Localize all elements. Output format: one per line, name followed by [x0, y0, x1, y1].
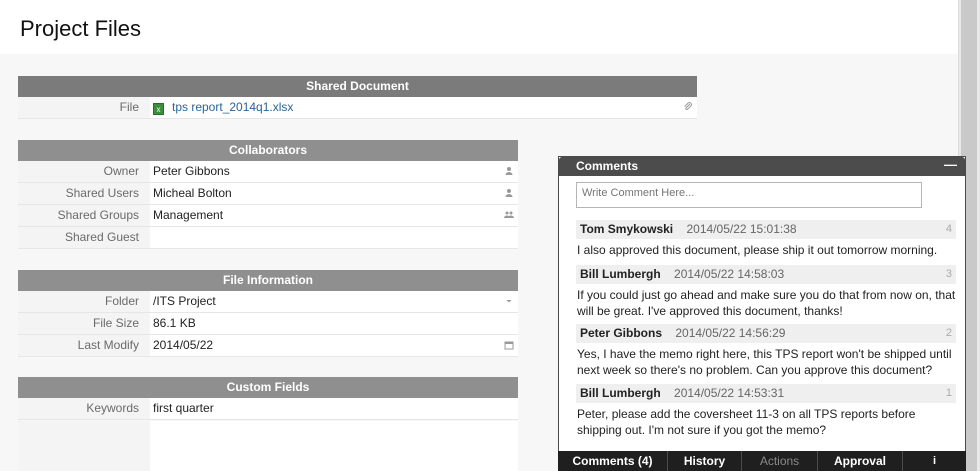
user-icon[interactable]	[504, 166, 514, 176]
comment-item: Tom Smykowski 2014/05/22 15:01:38 4 I al…	[576, 220, 956, 258]
file-size-row: File Size 86.1 KB	[18, 313, 518, 335]
comment-text: Yes, I have the memo right here, this TP…	[577, 347, 952, 377]
shared-users-label: Shared Users	[18, 183, 150, 204]
comment-author: Bill Lumbergh	[580, 386, 661, 400]
file-size-value: 86.1 KB	[153, 316, 196, 330]
owner-label: Owner	[18, 161, 150, 182]
custom-fields-section: Custom Fields Keywords first quarter	[18, 377, 518, 420]
keywords-row: Keywords first quarter	[18, 398, 518, 420]
custom-fields-header: Custom Fields	[18, 377, 518, 398]
comment-author: Bill Lumbergh	[580, 267, 661, 281]
comment-number: 1	[945, 387, 952, 399]
last-modify-row: Last Modify 2014/05/22	[18, 335, 518, 357]
comments-panel: Comments — Tom Smykowski 2014/05/22 15:0…	[558, 156, 966, 471]
caret-down-icon[interactable]	[504, 296, 514, 306]
group-icon[interactable]	[504, 210, 514, 220]
folder-label: Folder	[18, 291, 150, 312]
comment-author: Tom Smykowski	[580, 222, 674, 236]
comment-timestamp: 2014/05/22 14:58:03	[674, 267, 785, 281]
file-link[interactable]: tps report_2014q1.xlsx	[172, 100, 293, 114]
folder-value: /ITS Project	[153, 294, 216, 308]
user-icon[interactable]	[504, 188, 514, 198]
shared-users-row: Shared Users Micheal Bolton	[18, 183, 518, 205]
shared-document-section: Shared Document File x tps report_2014q1.…	[18, 76, 697, 119]
comment-meta: Tom Smykowski 2014/05/22 15:01:38 4	[576, 220, 956, 239]
keywords-label: Keywords	[18, 398, 150, 419]
calendar-icon[interactable]	[504, 340, 514, 350]
shared-groups-label: Shared Groups	[18, 205, 150, 226]
comments-panel-title: Comments	[576, 159, 639, 173]
last-modify-label: Last Modify	[18, 335, 150, 356]
owner-row: Owner Peter Gibbons	[18, 161, 518, 183]
shared-guest-row: Shared Guest	[18, 227, 518, 249]
collaborators-section: Collaborators Owner Peter Gibbons Shared…	[18, 140, 518, 249]
page-header: Project Files	[0, 0, 958, 54]
comment-item: Peter Gibbons 2014/05/22 14:56:29 2 Yes,…	[576, 324, 956, 378]
comment-author: Peter Gibbons	[580, 326, 663, 340]
shared-groups-value: Management	[153, 208, 224, 222]
folder-row: Folder /ITS Project	[18, 291, 518, 313]
comment-number: 3	[945, 268, 952, 280]
tab-comments[interactable]: Comments (4)	[558, 451, 668, 471]
comment-text: Peter, please add the coversheet 11-3 on…	[577, 407, 916, 437]
shared-guest-label: Shared Guest	[18, 227, 150, 248]
comment-number: 2	[945, 327, 952, 339]
paperclip-icon[interactable]	[683, 102, 693, 112]
custom-fields-filler	[18, 421, 518, 471]
file-row: File x tps report_2014q1.xlsx	[18, 97, 697, 119]
comment-text: I also approved this document, please sh…	[577, 243, 938, 257]
comment-meta: Bill Lumbergh 2014/05/22 14:58:03 3	[576, 265, 956, 284]
page-title: Project Files	[20, 16, 142, 41]
tab-history[interactable]: History	[668, 451, 742, 471]
owner-value: Peter Gibbons	[153, 164, 230, 178]
keywords-value: first quarter	[153, 401, 214, 415]
comments-tab-bar: Comments (4) History Actions Approval i	[558, 451, 966, 471]
file-size-label: File Size	[18, 313, 150, 334]
comment-item: Bill Lumbergh 2014/05/22 14:53:31 1 Pete…	[576, 384, 956, 438]
file-value: x tps report_2014q1.xlsx	[153, 97, 293, 118]
shared-document-header: Shared Document	[18, 76, 697, 97]
file-label: File	[18, 97, 150, 118]
comment-number: 4	[945, 223, 952, 235]
comment-input[interactable]	[576, 182, 922, 208]
comment-meta: Peter Gibbons 2014/05/22 14:56:29 2	[576, 324, 956, 343]
comments-panel-header: Comments —	[559, 157, 965, 176]
file-information-header: File Information	[18, 270, 518, 291]
comment-meta: Bill Lumbergh 2014/05/22 14:53:31 1	[576, 384, 956, 403]
info-icon[interactable]: i	[903, 451, 966, 471]
last-modify-value: 2014/05/22	[153, 338, 214, 352]
file-information-section: File Information Folder /ITS Project Fil…	[18, 270, 518, 357]
comment-timestamp: 2014/05/22 14:53:31	[674, 386, 785, 400]
comment-timestamp: 2014/05/22 15:01:38	[686, 222, 797, 236]
tab-actions[interactable]: Actions	[742, 451, 818, 471]
shared-groups-row: Shared Groups Management	[18, 205, 518, 227]
collaborators-header: Collaborators	[18, 140, 518, 161]
comment-text: If you could just go ahead and make sure…	[577, 288, 956, 318]
minimize-icon[interactable]: —	[944, 155, 957, 174]
excel-file-icon: x	[153, 103, 164, 115]
shared-users-value: Micheal Bolton	[153, 186, 232, 200]
tab-approval[interactable]: Approval	[818, 451, 903, 471]
comment-timestamp: 2014/05/22 14:56:29	[675, 326, 786, 340]
comment-item: Bill Lumbergh 2014/05/22 14:58:03 3 If y…	[576, 265, 956, 319]
